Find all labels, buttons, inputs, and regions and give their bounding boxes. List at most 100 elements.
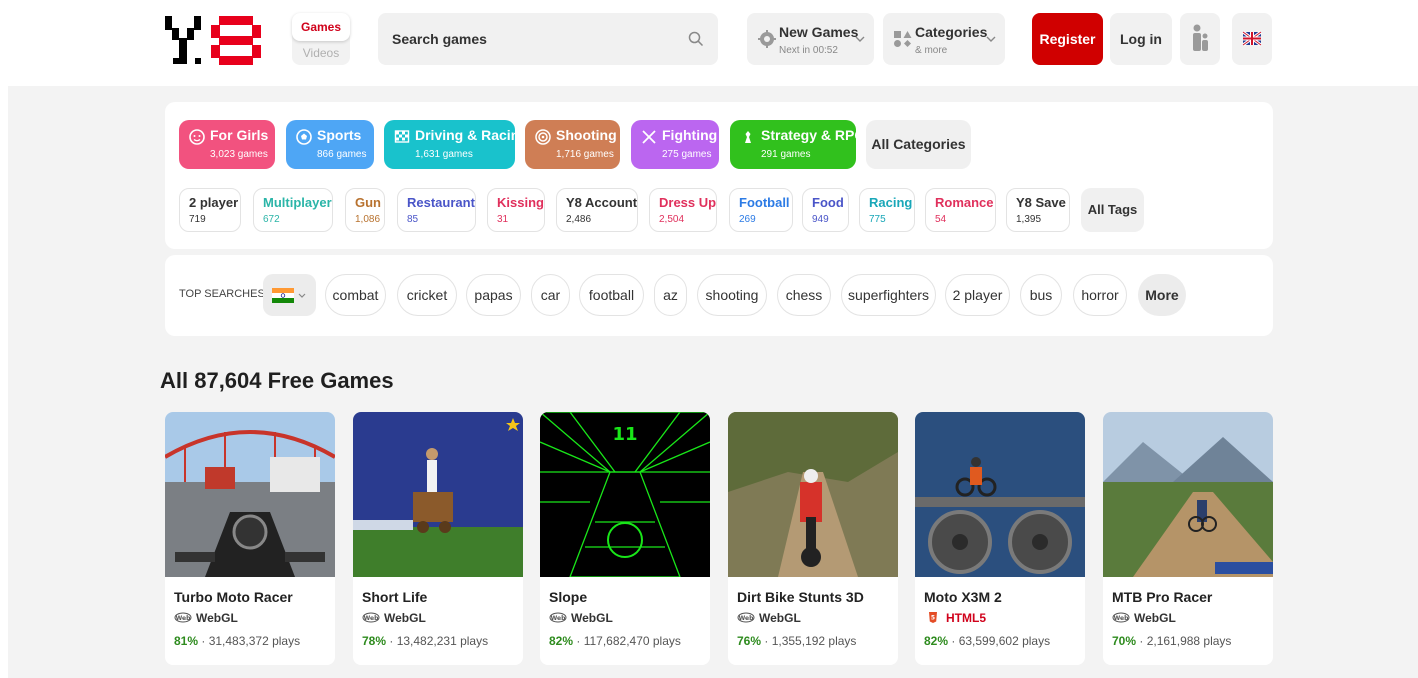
category-count: 1,716 games [556, 149, 614, 160]
game-card-short-life[interactable]: Short Life Web WebGL 78% · 13,482,231 pla… [353, 412, 523, 665]
svg-text:Web: Web [739, 615, 754, 622]
search-input[interactable]: Search games [392, 13, 487, 65]
game-title[interactable]: Moto X3M 2 [924, 589, 1002, 605]
tag-y8-save[interactable]: Y8 Save 1,395 [1006, 188, 1070, 232]
y8-logo[interactable] [165, 12, 261, 68]
game-card-slope[interactable]: 11 Slope Web WebGL 82% · 117,682,470 play… [540, 412, 710, 665]
uk-flag-icon [1242, 30, 1262, 47]
tag-name: Racing [869, 195, 913, 210]
game-rating: 82% [924, 634, 949, 648]
tag-romance[interactable]: Romance 54 [925, 188, 996, 232]
videos-toggle-button[interactable]: Videos [292, 43, 350, 63]
country-selector[interactable] [263, 274, 316, 316]
tag-kissing[interactable]: Kissing 31 [487, 188, 545, 232]
category-fighting[interactable]: Fighting 275 games [631, 120, 719, 169]
category-strategy-rpg[interactable]: Strategy & RPG 291 games [730, 120, 865, 169]
top-search-chip[interactable]: horror [1073, 274, 1127, 316]
top-search-chip[interactable]: az [654, 274, 687, 316]
game-thumbnail[interactable] [915, 412, 1085, 577]
game-rating: 70% [1112, 634, 1137, 648]
site-header: Games Videos Search games New Games Next… [0, 0, 1418, 86]
register-button[interactable]: Register [1032, 13, 1103, 65]
category-for-girls[interactable]: For Girls 3,023 games [179, 120, 275, 169]
game-card-dirt-bike-stunts-3d[interactable]: Dirt Bike Stunts 3D Web WebGL 76% · 1,355… [728, 412, 898, 665]
game-stats: 81% · 31,483,372 plays [174, 634, 301, 648]
game-thumbnail[interactable] [1103, 412, 1273, 577]
categories-dropdown[interactable]: Categories & more [883, 13, 1005, 65]
parents-button[interactable] [1180, 13, 1220, 65]
tag-racing[interactable]: Racing 775 [859, 188, 915, 232]
top-search-chip[interactable]: football [579, 274, 644, 316]
top-search-chip[interactable]: 2 player [945, 274, 1010, 316]
game-title[interactable]: Dirt Bike Stunts 3D [737, 589, 864, 605]
section-title: All 87,604 Free Games [160, 368, 394, 393]
category-sports[interactable]: Sports 866 games [286, 120, 374, 169]
category-shooting[interactable]: Shooting 1,716 games [525, 120, 620, 169]
game-rating: 81% [174, 634, 199, 648]
tag-multiplayer[interactable]: Multiplayer 672 [253, 188, 333, 232]
search-icon[interactable] [688, 31, 704, 47]
tag-name: Football [739, 195, 790, 210]
game-plays: 1,355,192 plays [771, 634, 857, 648]
tag-count: 269 [739, 214, 756, 225]
game-thumbnail[interactable]: 11 [540, 412, 710, 577]
html5-icon: 5 [929, 612, 937, 623]
tag-food[interactable]: Food 949 [802, 188, 849, 232]
game-card-mtb-pro-racer[interactable]: MTB Pro Racer Web WebGL 70% · 2,161,988 p… [1103, 412, 1273, 665]
tag-count: 31 [497, 214, 509, 225]
tag-count: 949 [812, 214, 829, 225]
search-bar[interactable]: Search games [378, 13, 718, 65]
top-search-chip[interactable]: cricket [397, 274, 457, 316]
top-search-chip[interactable]: bus [1020, 274, 1062, 316]
top-search-chip[interactable]: superfighters [841, 274, 936, 316]
webgl-icon: Web [362, 612, 380, 623]
top-search-chip[interactable]: papas [466, 274, 521, 316]
game-rating: 78% [362, 634, 387, 648]
games-toggle-button[interactable]: Games [292, 13, 350, 41]
all-tags-button[interactable]: All Tags [1081, 188, 1144, 232]
game-tech-label: HTML5 [946, 611, 986, 625]
category-name: For Girls [210, 127, 269, 143]
top-search-chip[interactable]: combat [325, 274, 386, 316]
game-card-turbo-moto-racer[interactable]: Turbo Moto Racer Web WebGL 81% · 31,483,3… [165, 412, 335, 665]
game-title[interactable]: Turbo Moto Racer [174, 589, 293, 605]
game-title[interactable]: MTB Pro Racer [1112, 589, 1212, 605]
game-thumbnail[interactable] [353, 412, 523, 577]
game-thumbnail[interactable] [728, 412, 898, 577]
tag-count: 85 [407, 214, 419, 225]
more-searches-button[interactable]: More [1138, 274, 1186, 316]
game-tech: 5 HTML5 [924, 611, 986, 625]
login-button[interactable]: Log in [1110, 13, 1172, 65]
tag-name: Dress Up [659, 195, 717, 210]
tag-restaurant[interactable]: Restaurant 85 [397, 188, 476, 232]
tag-gun[interactable]: Gun 1,086 [345, 188, 385, 232]
tag-y8-account[interactable]: Y8 Account 2,486 [556, 188, 638, 232]
tag-count: 2,504 [659, 214, 685, 225]
all-categories-button[interactable]: All Categories [866, 120, 971, 169]
chevron-down-icon [855, 36, 865, 42]
tag-count: 775 [869, 214, 886, 225]
tag-football[interactable]: Football 269 [729, 188, 793, 232]
game-plays: 13,482,231 plays [396, 634, 489, 648]
top-search-chip[interactable]: chess [777, 274, 831, 316]
chevron-down-icon [986, 36, 996, 42]
language-button[interactable] [1232, 13, 1272, 65]
game-title[interactable]: Slope [549, 589, 587, 605]
game-thumbnail[interactable] [165, 412, 335, 577]
category-driving-racing[interactable]: Driving & Racing 1,631 games [384, 120, 528, 169]
category-name: Strategy & RPG [761, 127, 866, 143]
new-games-dropdown[interactable]: New Games Next in 00:52 [747, 13, 874, 65]
game-title[interactable]: Short Life [362, 589, 427, 605]
game-rating: 76% [737, 634, 762, 648]
tag-dress-up[interactable]: Dress Up 2,504 [649, 188, 717, 232]
svg-text:Web: Web [176, 615, 191, 622]
webgl-icon: Web [174, 612, 192, 623]
webgl-icon: Web [549, 612, 567, 623]
tag-2-player[interactable]: 2 player 719 [179, 188, 241, 232]
game-stats: 82% · 117,682,470 plays [549, 634, 681, 648]
top-search-chip[interactable]: car [531, 274, 570, 316]
game-card-moto-x3m-2[interactable]: Moto X3M 2 5 HTML5 82% · 63,599,602 plays [915, 412, 1085, 665]
top-search-chip[interactable]: shooting [697, 274, 767, 316]
category-count: 866 games [317, 149, 367, 160]
svg-text:Web: Web [1114, 615, 1129, 622]
